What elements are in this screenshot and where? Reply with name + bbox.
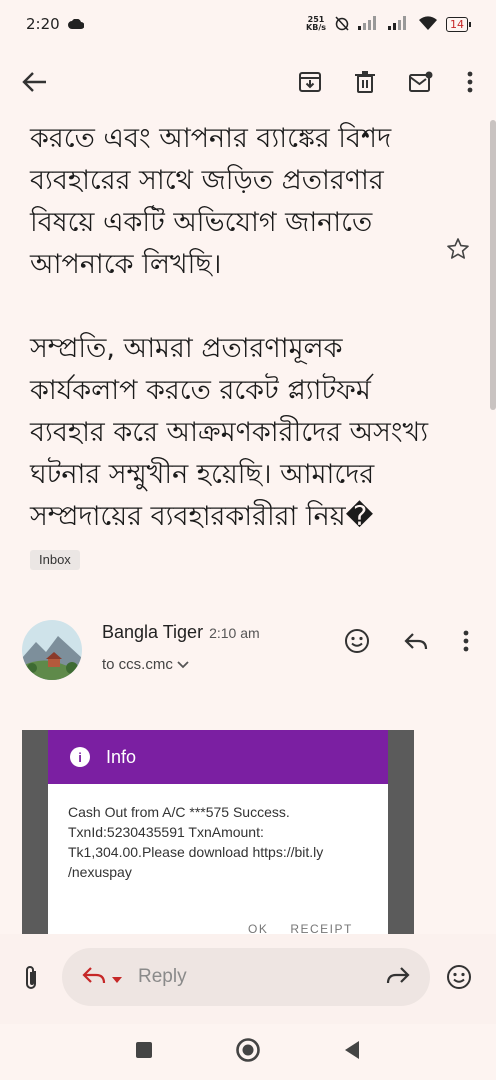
status-left: 2:20	[26, 15, 85, 33]
info-icon: i	[70, 747, 90, 767]
net-speed-unit: KB/s	[306, 23, 326, 32]
signal-icon-2	[388, 15, 410, 33]
mark-unread-icon[interactable]	[408, 70, 434, 94]
scrollbar-thumb[interactable]	[490, 120, 496, 410]
inbox-label-chip[interactable]: Inbox	[30, 549, 80, 570]
sender-row: Bangla Tiger 2:10 am to ccs.cmc	[22, 620, 482, 684]
reply-icon[interactable]	[82, 965, 106, 989]
dialog-title: Info	[106, 746, 137, 767]
message-paragraph-1: করতে এবং আপনার ব্যাঙ্কের বিশদ ব্যবহারের …	[30, 123, 392, 280]
cloud-icon	[67, 15, 85, 33]
dialog-text: Cash Out from A/C ***575 Success. TxnId:…	[48, 784, 388, 882]
dialog-line-3: Tk1,304.00.Please download https://bit.l…	[68, 844, 324, 860]
dialog-line-2: TxnId:5230435591 TxnAmount:	[68, 824, 264, 840]
sender-actions	[344, 628, 470, 654]
attach-icon[interactable]	[22, 964, 40, 996]
home-icon[interactable]	[235, 1037, 261, 1067]
alarm-off-icon	[334, 15, 350, 34]
recipient-toggle[interactable]: to ccs.cmc	[102, 656, 189, 673]
chevron-down-icon	[177, 656, 189, 673]
dialog-header: i Info	[48, 730, 388, 784]
recipient-text: to ccs.cmc	[102, 656, 173, 673]
sender-line: Bangla Tiger 2:10 am	[102, 622, 260, 643]
sender-name[interactable]: Bangla Tiger	[102, 622, 203, 642]
app-bar	[0, 52, 496, 112]
app-bar-actions	[298, 70, 474, 94]
sender-time: 2:10 am	[209, 625, 260, 641]
message-body: করতে এবং আপনার ব্যাঙ্কের বিশদ ব্যবহারের …	[30, 118, 430, 580]
reply-icon[interactable]	[404, 631, 428, 651]
battery-level: 14	[446, 16, 471, 32]
delete-icon[interactable]	[354, 70, 376, 94]
back-nav-icon[interactable]	[343, 1040, 361, 1064]
attached-image[interactable]: i Info Cash Out from A/C ***575 Success.…	[22, 730, 414, 935]
arrow-back-icon[interactable]	[22, 71, 48, 93]
status-right: 251 KB/s 14	[306, 15, 471, 34]
reply-label: Reply	[138, 966, 187, 987]
more-vert-icon[interactable]	[466, 70, 474, 94]
emoji-reaction-icon[interactable]	[344, 628, 370, 654]
recents-icon[interactable]	[135, 1041, 153, 1063]
message-paragraph-2-text: সম্প্রতি, আমরা প্রতারণামূলক কার্যকলাপ কর…	[30, 333, 429, 532]
signal-icon	[358, 15, 380, 33]
message-paragraph-2: সম্প্রতি, আমরা প্রতারণামূলক কার্যকলাপ কর…	[30, 328, 430, 580]
dialog-line-1: Cash Out from A/C ***575 Success.	[68, 804, 290, 820]
reply-compose-field[interactable]: Reply	[62, 948, 430, 1006]
more-vert-icon[interactable]	[462, 629, 470, 653]
star-icon[interactable]	[446, 237, 470, 268]
system-nav-bar	[0, 1024, 496, 1080]
forward-icon[interactable]	[386, 965, 410, 989]
status-bar: 2:20 251 KB/s 14	[0, 0, 496, 48]
dialog-line-4: /nexuspay	[68, 864, 132, 880]
status-time: 2:20	[26, 15, 60, 33]
attached-dialog: i Info Cash Out from A/C ***575 Success.…	[48, 730, 388, 935]
wifi-icon	[418, 15, 438, 34]
reply-bar: Reply	[0, 934, 496, 1024]
sender-avatar[interactable]	[22, 620, 82, 680]
reply-type-dropdown-icon[interactable]	[112, 968, 122, 987]
archive-icon[interactable]	[298, 70, 322, 94]
emoji-icon[interactable]	[446, 964, 472, 994]
net-speed: 251 KB/s	[306, 16, 326, 32]
